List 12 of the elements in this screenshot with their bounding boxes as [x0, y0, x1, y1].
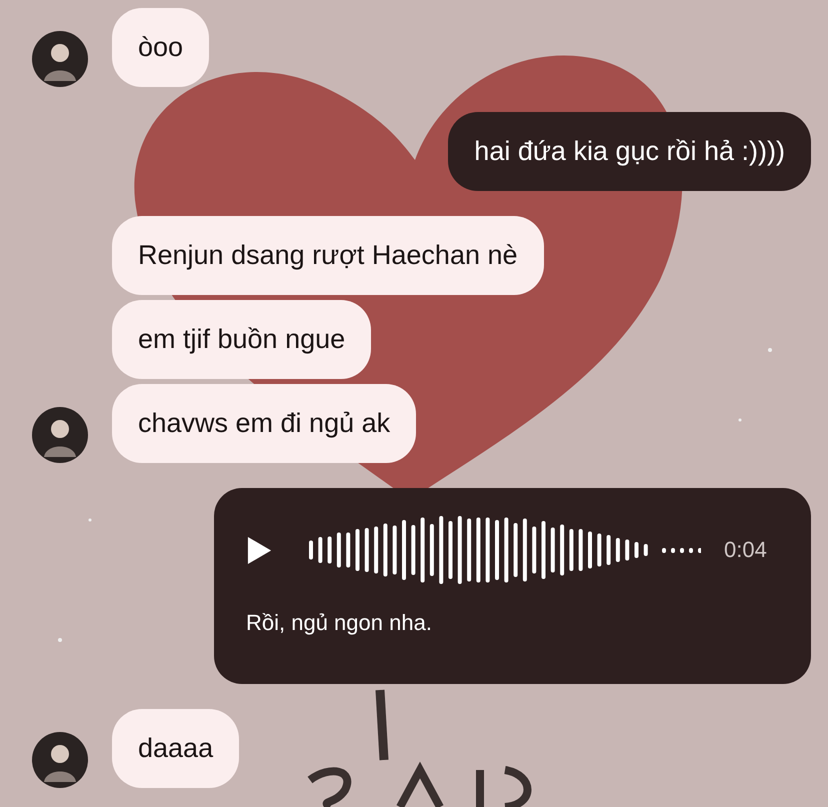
avatar[interactable] — [32, 31, 88, 87]
message-bubble: hai đứa kia gục rồi hả :)))) — [448, 112, 811, 191]
message-bubble: òoo — [112, 8, 210, 87]
duration-label: 0:04 — [724, 537, 767, 563]
transcript-text: Rồi, ngủ ngon nha. — [246, 610, 433, 636]
message-bubble: em tjif buồn ngue — [112, 300, 372, 379]
avatar[interactable] — [32, 732, 88, 788]
avatar[interactable] — [32, 407, 88, 463]
play-icon[interactable] — [246, 534, 273, 566]
message-bubble: daaaa — [112, 709, 240, 788]
message-bubble: chavws em đi ngủ ak — [112, 384, 416, 463]
message-bubble: Renjun dsang rượt Haechan nè — [112, 216, 544, 295]
